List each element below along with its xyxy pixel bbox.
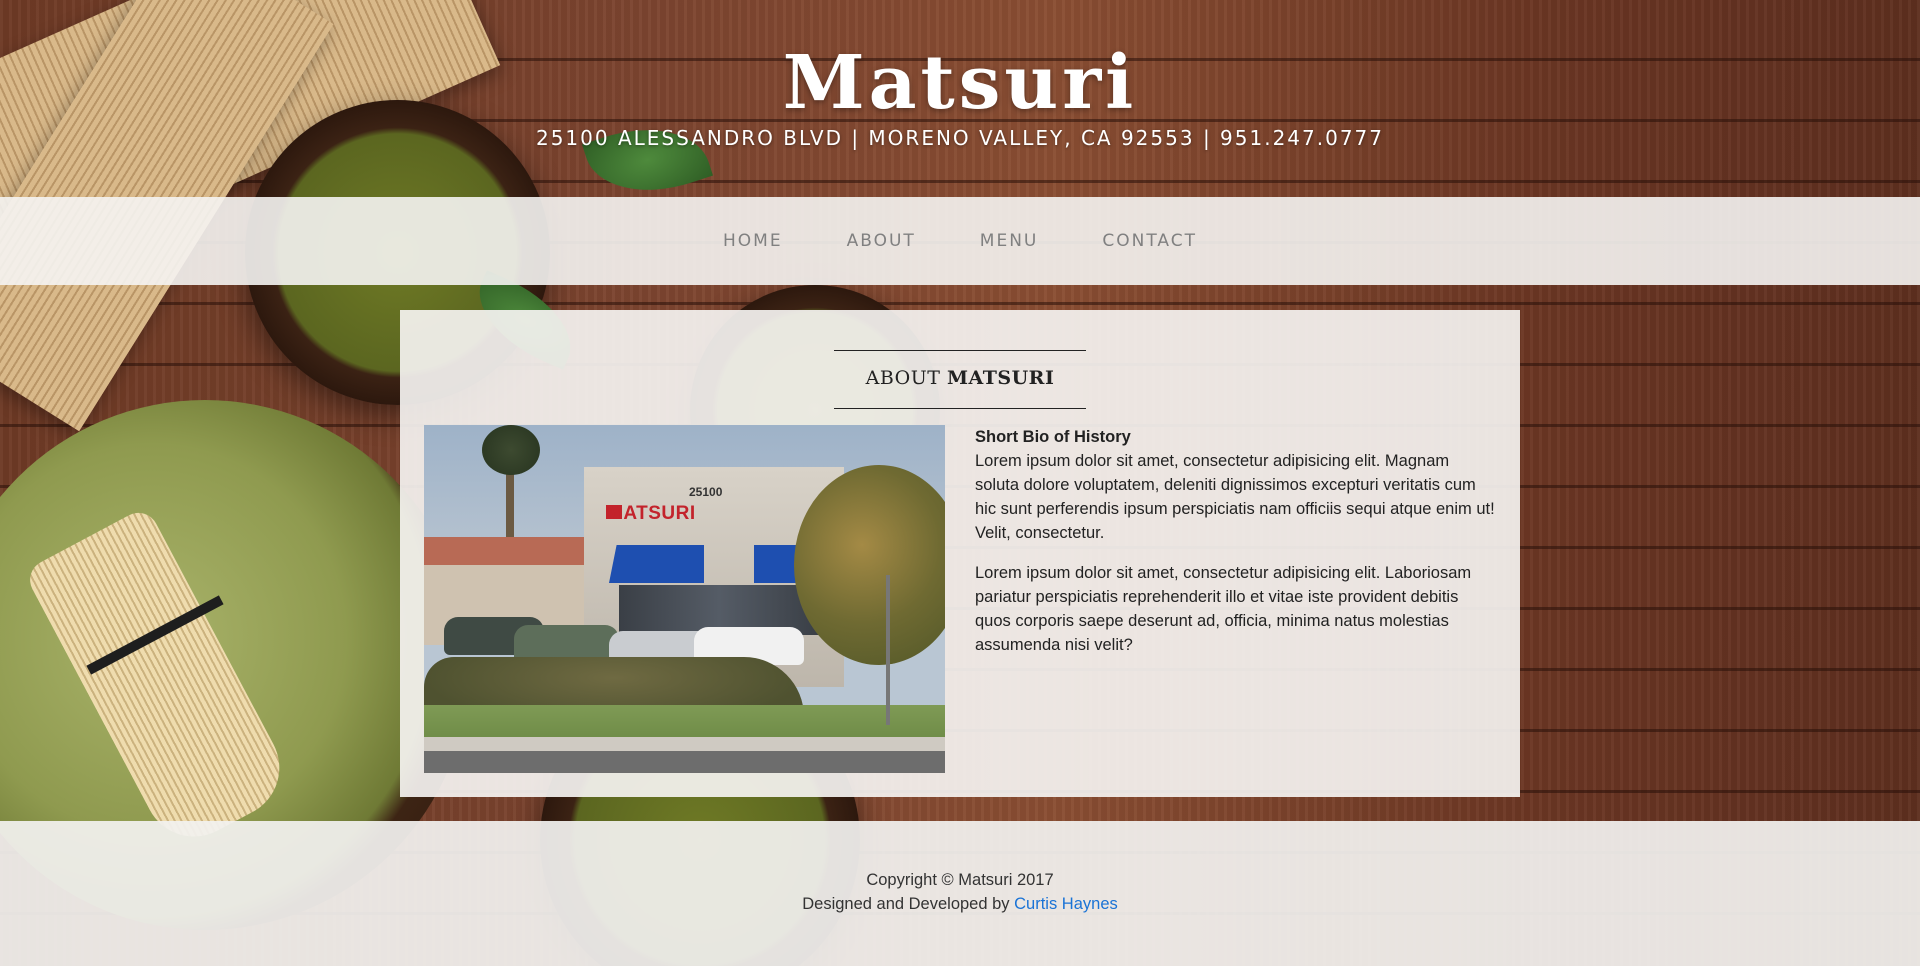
photo-sign-post <box>886 575 890 725</box>
nav-item-contact[interactable]: CONTACT <box>1102 231 1197 251</box>
building-number: 25100 <box>689 485 723 499</box>
address-line: 25100 ALESSANDRO BLVD | MORENO VALLEY, C… <box>535 126 1384 150</box>
about-paragraph-1: Lorem ipsum dolor sit amet, consectetur … <box>975 452 1495 542</box>
credit-line: Designed and Developed by Curtis Haynes <box>0 895 1920 914</box>
photo-road <box>424 751 945 773</box>
nav-item-about[interactable]: ABOUT <box>847 231 916 251</box>
bio-title: Short Bio of History <box>975 428 1131 446</box>
photo-roof <box>424 537 594 565</box>
site-footer: Copyright © Matsuri 2017 Designed and De… <box>0 821 1920 966</box>
about-paragraph-2: Lorem ipsum dolor sit amet, consectetur … <box>975 564 1472 654</box>
nav-item-menu[interactable]: MENU <box>980 231 1039 251</box>
site-header: Matsuri 25100 ALESSANDRO BLVD | MORENO V… <box>0 0 1920 197</box>
about-panel: ABOUT MATSURI 25100 MATSURI Short Bio of… <box>400 310 1520 797</box>
about-text: Short Bio of History Lorem ipsum dolor s… <box>975 425 1495 673</box>
photo-palm-top <box>482 425 540 475</box>
credit-prefix: Designed and Developed by <box>802 895 1015 913</box>
heading-light: ABOUT <box>865 367 941 389</box>
copyright-text: Copyright © Matsuri 2017 <box>866 871 1054 889</box>
heading-strong: MATSURI <box>947 367 1055 389</box>
building-sign: MATSURI <box>607 503 696 524</box>
main-nav: HOME ABOUT MENU CONTACT <box>0 197 1920 285</box>
restaurant-photo: 25100 MATSURI <box>424 425 945 773</box>
section-heading: ABOUT MATSURI <box>834 350 1086 409</box>
developer-link[interactable]: Curtis Haynes <box>1014 895 1118 913</box>
site-title: Matsuri <box>782 40 1138 126</box>
photo-awning <box>609 545 704 583</box>
nav-item-home[interactable]: HOME <box>723 231 783 251</box>
